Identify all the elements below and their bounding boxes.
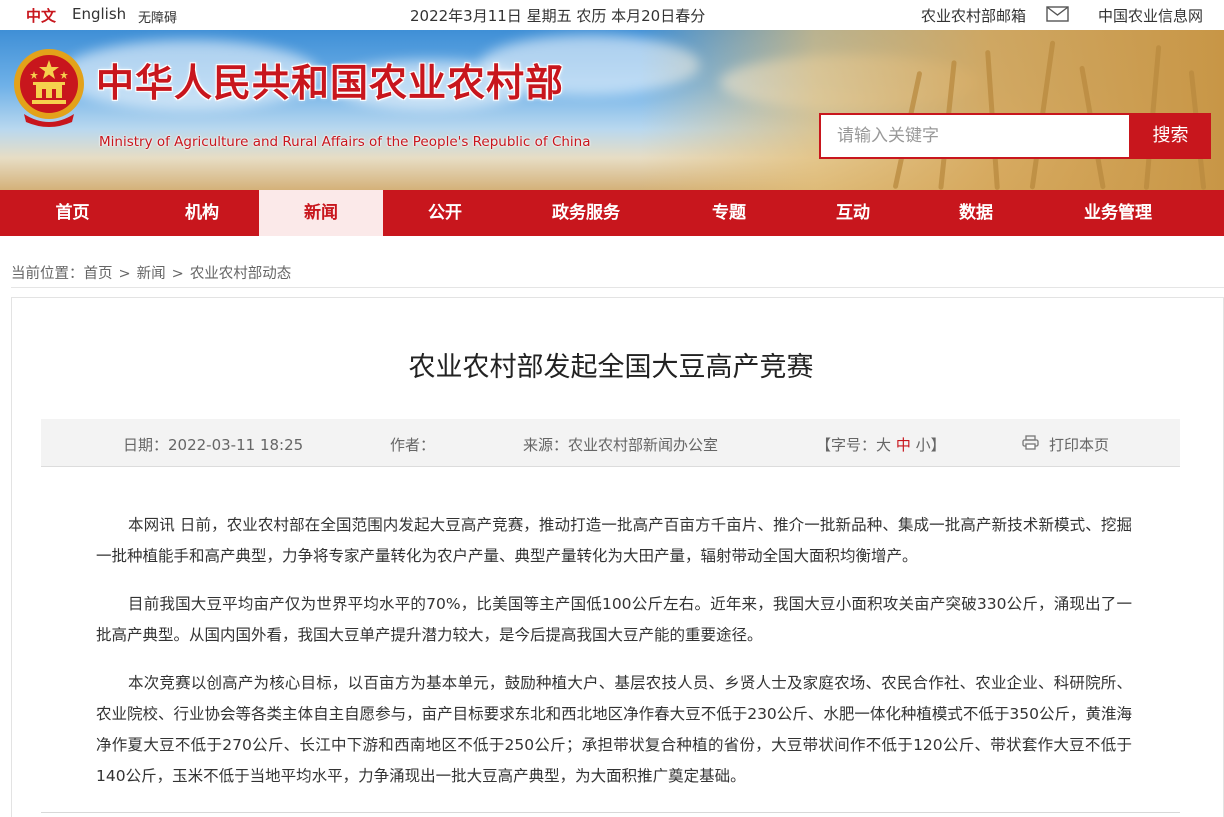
main-nav: 首页 机构 新闻 公开 政务服务 专题 互动 数据 业务管理 xyxy=(0,190,1224,236)
national-emblem-icon xyxy=(14,49,84,127)
article-paragraph: 目前我国大豆平均亩产仅为世界平均水平的70%，比美国等主产国低100公斤左右。近… xyxy=(96,595,1132,644)
font-size-bracket: 】 xyxy=(930,436,946,454)
nav-item-data[interactable]: 数据 xyxy=(913,190,1039,236)
article-body: 本网讯 日前，农业农村部在全国范围内发起大豆高产竞赛，推动打造一批高产百亩方千亩… xyxy=(96,510,1132,809)
nav-item-topics[interactable]: 专题 xyxy=(665,190,793,236)
nav-item-news[interactable]: 新闻 xyxy=(259,190,383,236)
ministry-mail-link[interactable]: 农业农村部邮箱 xyxy=(921,5,1026,26)
accessibility-link[interactable]: 无障碍 xyxy=(138,7,177,26)
breadcrumb-ministry-news[interactable]: 农业农村部动态 xyxy=(190,266,292,282)
nav-item-business[interactable]: 业务管理 xyxy=(1039,190,1197,236)
breadcrumb-separator: > xyxy=(118,266,131,282)
search-input[interactable] xyxy=(821,115,1129,157)
search-box xyxy=(819,113,1131,159)
mail-icon[interactable] xyxy=(1046,6,1069,22)
font-size-medium[interactable]: 中 xyxy=(896,436,911,454)
banner-wheat-field xyxy=(640,30,1224,190)
print-page-link[interactable]: 打印本页 xyxy=(1049,434,1109,455)
article-author: 作者： xyxy=(390,436,436,454)
article-paragraph: 本次竞赛以创高产为核心目标，以百亩方为基本单元，鼓励种植大户、基层农技人员、乡贤… xyxy=(96,674,1132,785)
article-title: 农业农村部发起全国大豆高产竞赛 xyxy=(408,352,814,383)
font-size-small[interactable]: 小 xyxy=(916,436,931,454)
article-bottom-divider xyxy=(41,812,1180,813)
current-date: 2022年3月11日 星期五 农历 本月20日春分 xyxy=(410,7,706,25)
nav-item-interaction[interactable]: 互动 xyxy=(793,190,913,236)
site-title: 中华人民共和国农业农村部 xyxy=(96,60,565,105)
site-subtitle: Ministry of Agriculture and Rural Affair… xyxy=(99,134,591,150)
font-size-large[interactable]: 大 xyxy=(876,436,891,454)
breadcrumb-news[interactable]: 新闻 xyxy=(137,266,166,282)
lang-english-link[interactable]: English xyxy=(72,5,126,23)
article-paragraph: 本网讯 日前，农业农村部在全国范围内发起大豆高产竞赛，推动打造一批高产百亩方千亩… xyxy=(96,516,1132,565)
agri-info-net-link[interactable]: 中国农业信息网 xyxy=(1098,5,1203,26)
article-date: 日期：2022-03-11 18:25 xyxy=(123,436,304,454)
breadcrumb-divider xyxy=(11,287,1224,288)
font-size-label: 【字号： xyxy=(816,436,877,454)
breadcrumb: 当前位置：首页 > 新闻 > 农业农村部动态 xyxy=(11,262,291,283)
lang-chinese-link[interactable]: 中文 xyxy=(26,5,56,26)
breadcrumb-prefix: 当前位置： xyxy=(11,266,84,282)
nav-item-home[interactable]: 首页 xyxy=(0,190,145,236)
nav-item-gov-services[interactable]: 政务服务 xyxy=(507,190,665,236)
top-utility-bar: 中文 English 无障碍 2022年3月11日 星期五 农历 本月20日春分… xyxy=(0,0,1224,30)
printer-icon[interactable] xyxy=(1022,435,1039,450)
breadcrumb-separator: > xyxy=(171,266,184,282)
article-source: 来源：农业农村部新闻办公室 xyxy=(523,436,719,454)
article-meta-bar: 日期：2022-03-11 18:25 作者： 来源：农业农村部新闻办公室 【字… xyxy=(41,419,1180,467)
nav-item-organization[interactable]: 机构 xyxy=(145,190,259,236)
breadcrumb-home[interactable]: 首页 xyxy=(84,266,113,282)
nav-item-public[interactable]: 公开 xyxy=(383,190,507,236)
search-button[interactable]: 搜索 xyxy=(1130,113,1211,159)
font-size-control: 【字号：大 中 小】 xyxy=(816,434,946,455)
